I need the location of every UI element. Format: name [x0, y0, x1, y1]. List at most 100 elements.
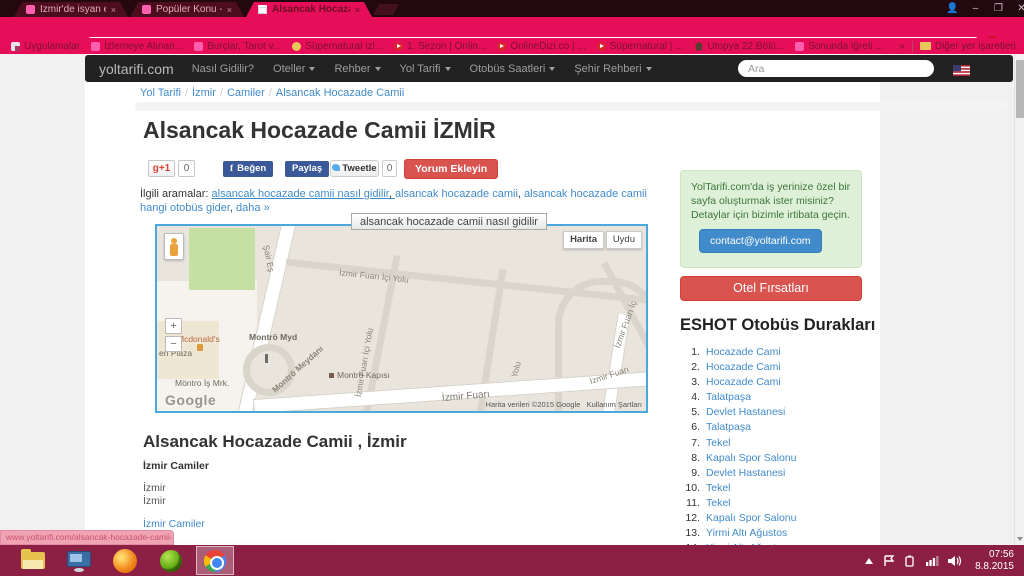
chevron-down-icon [375, 67, 381, 71]
breadcrumb-yol-tarifi[interactable]: Yol Tarifi [140, 87, 181, 99]
nav-oteller[interactable]: Oteller [273, 63, 315, 75]
tab-close-icon[interactable]: × [111, 5, 116, 15]
related-more-link[interactable]: daha » [236, 202, 270, 214]
breadcrumb: Yol Tarifi/ İzmir/ Camiler/ Alsancak Hoc… [140, 87, 404, 99]
breadcrumb-izmir[interactable]: İzmir [192, 87, 216, 99]
add-comment-button[interactable]: Yorum Ekleyin [404, 159, 498, 179]
bookmark-item[interactable]: Süpernatural | ... [597, 41, 684, 52]
poi-label: Möntro İş Mrk. [175, 378, 229, 388]
bus-stop-link[interactable]: Hocazade Cami [706, 376, 781, 388]
tweet-button[interactable]: Tweetle [330, 160, 379, 177]
minimize-button[interactable]: – [967, 2, 984, 15]
bus-stop-link[interactable]: Tekel [706, 497, 731, 509]
close-button[interactable]: ✕ [1013, 2, 1024, 15]
nav-rehber[interactable]: Rehber [334, 63, 380, 75]
bus-stop-link[interactable]: Tekel [706, 482, 731, 494]
browser-tab-1[interactable]: İzmir'de isyan ettire × [14, 2, 128, 17]
bus-stop-link[interactable]: Kapalı Spor Salonu [706, 452, 796, 464]
gplus-button[interactable]: g+1 [148, 160, 175, 177]
firefox-icon[interactable] [112, 548, 138, 574]
profile-icon[interactable]: 👤 [944, 2, 961, 15]
contact-button[interactable]: contact@yoltarifi.com [699, 229, 822, 253]
scrollbar[interactable] [1014, 54, 1024, 545]
nav-otobus-saatleri[interactable]: Otobüs Saatleri [470, 63, 556, 75]
taskbar-clock[interactable]: 07:56 8.8.2015 [975, 549, 1014, 573]
zoom-out-button[interactable]: − [165, 336, 182, 352]
new-tab-button[interactable] [373, 4, 399, 15]
izmir-camiler-link[interactable]: İzmir Camiler [143, 518, 205, 530]
related-link-2[interactable]: alsancak hocazade camii [395, 188, 524, 200]
tab-close-icon[interactable]: × [227, 5, 232, 15]
volume-icon[interactable] [948, 555, 962, 567]
list-item: Talatpaşa [680, 391, 870, 403]
folder-icon [920, 42, 931, 50]
bookmark-item[interactable]: Utopya 22.Bölü... [694, 41, 784, 52]
scrollbar-thumb[interactable] [1016, 60, 1024, 118]
bus-stop-link[interactable]: Hocazade Cami [706, 346, 781, 358]
bus-stop-list: Hocazade Cami Hocazade Cami Hocazade Cam… [680, 346, 870, 545]
gate-marker-icon [329, 373, 334, 378]
bookmark-apps[interactable]: Uygulamalar [11, 41, 80, 52]
browser-tab-2[interactable]: Popüler Konu - Farz × [130, 2, 244, 17]
bus-stop-link[interactable]: Devlet Hastanesi [706, 467, 785, 479]
map-type-map-button[interactable]: Harita [563, 231, 604, 249]
bookmark-item[interactable]: Sonunda iğreti ... [795, 41, 884, 52]
bus-stop-link[interactable]: Tekel [706, 437, 731, 449]
facebook-like-button[interactable]: fBeğen [223, 161, 273, 177]
map-terms-link[interactable]: Kullanım Şartları [587, 400, 642, 409]
google-map[interactable]: Şair Eş İzmir Fuarı İçi Yolu İzmir Fuarı… [155, 224, 648, 413]
nav-yol-tarifi[interactable]: Yol Tarifi [400, 63, 451, 75]
tab-favicon [26, 5, 35, 14]
bus-stop-link[interactable]: Hocazade Cami [706, 361, 781, 373]
hotel-deals-button[interactable]: Otel Fırsatları [680, 276, 862, 301]
pegman-control[interactable] [164, 233, 184, 260]
bookmark-item[interactable]: 1. Sezon | Onlin... [394, 41, 486, 52]
nav-sehir-rehberi[interactable]: Şehir Rehberi [574, 63, 651, 75]
restaurant-icon [197, 344, 203, 351]
bus-stop-link[interactable]: Devlet Hastanesi [706, 406, 785, 418]
zoom-in-button[interactable]: + [165, 318, 182, 334]
other-bookmarks-button[interactable]: Diğer yer işaretleri [920, 41, 1016, 52]
site-logo[interactable]: yoltarifi.com [99, 61, 174, 77]
us-flag-icon[interactable] [953, 63, 970, 81]
breadcrumb-current: Alsancak Hocazade Camii [276, 87, 404, 99]
bookmark-item[interactable]: OnlineDizi.co | ... [497, 41, 585, 52]
promo-box: YolTarifi.com'da iş yerinize özel bir sa… [680, 170, 862, 268]
show-hidden-icons[interactable] [864, 557, 874, 565]
bookmark-item[interactable]: İzlemeye Alınan... [91, 41, 183, 52]
search-input[interactable] [738, 60, 934, 77]
social-buttons-row: g+1 0 fBeğen Paylaş 6,1b Tweetle 0 Yorum… [0, 158, 1024, 180]
map-type-satellite-button[interactable]: Uydu [606, 231, 642, 249]
nav-nasil-gidilir[interactable]: Nasıl Gidilir? [192, 63, 254, 75]
display-settings-icon[interactable] [66, 548, 92, 574]
bus-stop-link[interactable]: Talatpaşa [706, 391, 751, 403]
related-link-1[interactable]: alsancak hocazade camii nasıl gidilir [212, 188, 395, 200]
bus-stop-link[interactable]: Yirmi Altı Ağustos [706, 527, 787, 539]
tab-close-icon[interactable]: × [355, 5, 360, 15]
list-item: Hocazade Cami [680, 346, 870, 358]
static-text: İzmir [143, 482, 166, 494]
facebook-share-button[interactable]: Paylaş [285, 161, 329, 177]
action-center-flag-icon[interactable] [883, 555, 895, 567]
app-ball-icon[interactable] [158, 548, 184, 574]
restore-button[interactable]: ❐ [990, 2, 1007, 15]
file-explorer-icon[interactable] [20, 548, 46, 574]
breadcrumb-camiler[interactable]: Camiler [227, 87, 265, 99]
bookmarks-overflow-chevron[interactable]: » [899, 41, 905, 52]
list-item: Devlet Hastanesi [680, 406, 870, 418]
bookmark-item[interactable]: Süpernatural izl... [292, 41, 383, 52]
network-icon[interactable] [926, 555, 939, 566]
bookmark-item[interactable]: Burçlar, Tarot v... [194, 41, 281, 52]
clock-date: 8.8.2015 [975, 561, 1014, 573]
map-park [189, 228, 255, 290]
bus-stop-link[interactable]: Kapalı Spor Salonu [706, 512, 796, 524]
chrome-taskbar-button[interactable] [196, 546, 234, 575]
poi-label: Montrö Myd [249, 332, 297, 342]
tab-favicon [258, 5, 267, 14]
bus-stop-link[interactable]: Talatpaşa [706, 421, 751, 433]
chevron-down-icon [646, 67, 652, 71]
scrollbar-down-arrow[interactable] [1015, 533, 1024, 545]
browser-tab-active[interactable]: Alsancak Hocazade × [246, 2, 372, 17]
house-icon [694, 42, 703, 51]
power-icon[interactable] [904, 555, 917, 567]
